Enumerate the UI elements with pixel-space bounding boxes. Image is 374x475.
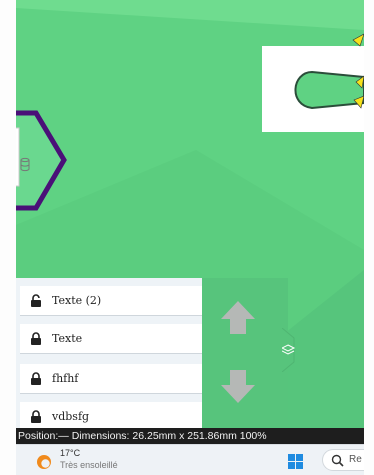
layer-label: vdbsfg bbox=[52, 410, 90, 423]
search-icon bbox=[331, 454, 344, 467]
layer-label: Texte (2) bbox=[52, 294, 102, 307]
status-bar: Position:— Dimensions: 26.25mm x 251.86m… bbox=[16, 428, 364, 444]
weather-temperature: 17°C bbox=[60, 448, 81, 458]
layer-label: Texte bbox=[52, 332, 83, 345]
search-text: Re bbox=[349, 454, 362, 465]
layer-order-panel bbox=[202, 278, 298, 428]
move-up-button[interactable] bbox=[218, 298, 258, 338]
lock-icon[interactable] bbox=[30, 410, 42, 423]
sun-icon[interactable] bbox=[36, 454, 52, 470]
layer-label: fhfhf bbox=[52, 372, 79, 385]
move-down-button[interactable] bbox=[218, 366, 258, 406]
lock-icon[interactable] bbox=[30, 332, 42, 345]
lock-open-icon[interactable] bbox=[30, 294, 42, 307]
purple-hexagon-shape[interactable] bbox=[16, 110, 67, 211]
layer-item[interactable]: Texte (2) bbox=[20, 286, 202, 316]
layer-item[interactable]: Texte bbox=[20, 324, 202, 354]
layer-item[interactable]: fhfhf bbox=[20, 364, 202, 394]
layers-tab-button[interactable] bbox=[282, 328, 304, 372]
weather-description: Très ensoleillé bbox=[60, 460, 118, 470]
lock-icon[interactable] bbox=[30, 372, 42, 385]
windows-start-icon[interactable] bbox=[288, 454, 303, 469]
window-frame-right bbox=[364, 0, 374, 475]
taskbar-search[interactable]: Re bbox=[322, 449, 364, 471]
taskbar: 17°C Très ensoleillé Re bbox=[16, 444, 364, 475]
window-frame-left bbox=[0, 0, 16, 475]
layers-panel: Texte (2) Texte fhfhf vdbsfg bbox=[16, 278, 202, 432]
white-card-shape[interactable] bbox=[262, 33, 364, 132]
